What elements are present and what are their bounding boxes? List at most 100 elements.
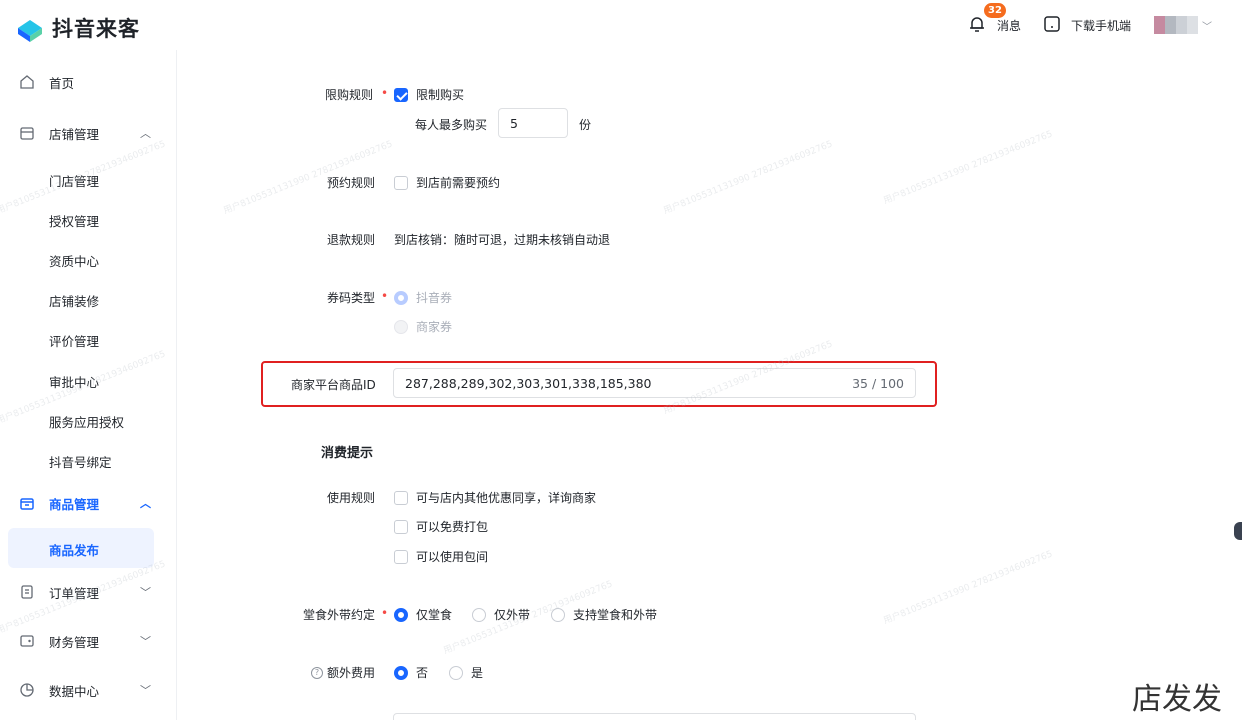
purchase-limit-option: 限制购买 xyxy=(416,88,465,102)
usage-label: 使用规则 xyxy=(327,491,376,505)
sidebar-item-qualification[interactable]: 资质中心 xyxy=(49,251,99,270)
nav-order-management[interactable]: 订单管理 ﹀ xyxy=(0,572,176,612)
nav-product-label: 商品管理 xyxy=(49,496,100,512)
usage-share-label: 可与店内其他优惠同享，详询商家 xyxy=(416,491,597,505)
pie-chart-icon xyxy=(18,681,36,699)
nav-order-label: 订单管理 xyxy=(49,585,100,601)
usage-option-private-room[interactable]: 可以使用包间 xyxy=(394,548,488,565)
nav-store-label: 店铺管理 xyxy=(49,126,100,142)
nav-finance-label: 财务管理 xyxy=(49,634,100,650)
main-content: 限购规则 • 限制购买 每人最多购买 5 份 预约规则 到店前需要预约 退款规则… xyxy=(176,50,1242,720)
refund-label: 退款规则 xyxy=(327,233,376,247)
code-type-merchant-label: 商家券 xyxy=(416,320,453,334)
purchase-limit-label: 限购规则 xyxy=(325,88,374,102)
both-label: 支持堂食和外带 xyxy=(573,608,658,622)
home-icon xyxy=(18,73,36,91)
logo-icon xyxy=(14,12,46,44)
chevron-up-icon: ︿ xyxy=(140,127,151,140)
char-counter: 35 / 100 xyxy=(852,375,904,391)
per-person-quantity-input[interactable]: 5 xyxy=(498,108,568,138)
extra-fee-input[interactable] xyxy=(393,713,916,720)
nav-data-label: 数据中心 xyxy=(49,683,100,699)
usage-option-share[interactable]: 可与店内其他优惠同享，详询商家 xyxy=(394,489,596,506)
sidebar-item-reviews[interactable]: 评价管理 xyxy=(49,331,99,350)
checkbox-unchecked[interactable] xyxy=(394,549,408,564)
sidebar-item-app-auth[interactable]: 服务应用授权 xyxy=(49,412,124,431)
code-type-option-merchant[interactable]: 商家券 xyxy=(394,318,452,335)
download-app-button[interactable]: 下载手机端 xyxy=(1043,0,1131,50)
platform-id-value: 287,288,289,302,303,301,338,185,380 xyxy=(405,375,652,391)
dine-option-takeaway[interactable]: 仅外带 xyxy=(472,606,530,623)
nav-data-center[interactable]: 数据中心 ﹀ xyxy=(0,670,176,710)
checkbox-unchecked[interactable] xyxy=(394,519,408,534)
dine-option-dine-in[interactable]: 仅堂食 xyxy=(394,606,452,623)
refund-value: 到店核销：随时可退，过期未核销自动退 xyxy=(394,233,611,247)
app-name: 抖音来客 xyxy=(52,17,140,41)
code-type-label: 券码类型 xyxy=(327,291,376,305)
bell-icon xyxy=(967,14,987,37)
radio-disabled-checked xyxy=(394,290,408,305)
required-mark: • xyxy=(381,289,389,303)
extra-fee-option-yes[interactable]: 是 xyxy=(449,664,483,681)
dine-option-both[interactable]: 支持堂食和外带 xyxy=(551,606,657,623)
watermark: 用户8105531131990 278219346092765 xyxy=(882,129,1055,207)
sidebar-item-approval[interactable]: 审批中心 xyxy=(49,372,99,391)
nav-store-management[interactable]: 店铺管理 ︿ xyxy=(0,113,176,153)
sidebar-item-douyin-bind[interactable]: 抖音号绑定 xyxy=(49,452,112,471)
purchase-limit-checkbox[interactable]: 限制购买 xyxy=(394,86,464,103)
dine-in-label: 仅堂食 xyxy=(416,608,453,622)
nav-home-label: 首页 xyxy=(49,75,75,91)
unit-label: 份 xyxy=(579,118,592,132)
radio-checked[interactable] xyxy=(394,607,408,622)
chevron-down-icon: ﹀ xyxy=(140,684,151,697)
usage-option-takeaway-pack[interactable]: 可以免费打包 xyxy=(394,518,488,535)
app-logo[interactable]: 抖音来客 xyxy=(14,12,140,44)
platform-id-input[interactable]: 287,288,289,302,303,301,338,185,380 35 /… xyxy=(393,368,916,398)
nav-home[interactable]: 首页 xyxy=(0,62,176,102)
clipboard-icon xyxy=(18,583,36,601)
download-label: 下载手机端 xyxy=(1071,18,1132,33)
watermark: 用户8105531131990 278219346092765 xyxy=(662,139,835,217)
reservation-label: 预约规则 xyxy=(327,176,376,190)
code-type-douyin-label: 抖音券 xyxy=(416,291,453,305)
radio-unchecked[interactable] xyxy=(551,607,565,622)
store-icon xyxy=(18,124,36,142)
messages-label: 消息 xyxy=(997,18,1022,33)
checkbox-unchecked[interactable] xyxy=(394,490,408,505)
sidebar-item-decoration[interactable]: 店铺装修 xyxy=(49,291,99,310)
checkbox-unchecked[interactable] xyxy=(394,175,408,190)
help-icon[interactable]: ? xyxy=(311,666,323,679)
sidebar-item-stores[interactable]: 门店管理 xyxy=(49,171,99,190)
chevron-down-icon: ﹀ xyxy=(140,586,151,599)
takeaway-label: 仅外带 xyxy=(494,608,531,622)
extra-fee-option-no[interactable]: 否 xyxy=(394,664,428,681)
radio-unchecked[interactable] xyxy=(449,665,463,680)
chevron-down-icon: ﹀ xyxy=(140,635,151,648)
sidebar-item-authorization[interactable]: 授权管理 xyxy=(49,211,99,230)
extra-fee-yes-label: 是 xyxy=(471,666,484,680)
chevron-down-icon[interactable]: ﹀ xyxy=(1202,0,1212,50)
radio-unchecked[interactable] xyxy=(472,607,486,622)
reservation-option: 到店前需要预约 xyxy=(416,176,501,190)
user-avatar[interactable] xyxy=(1154,16,1198,34)
nav-finance-management[interactable]: 财务管理 ﹀ xyxy=(0,621,176,661)
wallet-icon xyxy=(18,632,36,650)
usage-pack-label: 可以免费打包 xyxy=(416,520,489,534)
sidebar-item-product-publish[interactable]: 商品发布 xyxy=(8,528,154,568)
corner-logo-text: 店发发 xyxy=(1132,682,1222,717)
reservation-checkbox[interactable]: 到店前需要预约 xyxy=(394,174,500,191)
code-type-option-douyin[interactable]: 抖音券 xyxy=(394,289,452,306)
required-mark: • xyxy=(381,86,389,100)
extra-fee-label: 额外费用 xyxy=(327,666,376,680)
phone-icon xyxy=(1043,15,1061,36)
floating-assistant-handle[interactable] xyxy=(1234,522,1242,540)
radio-checked[interactable] xyxy=(394,665,408,680)
required-mark: • xyxy=(381,606,389,620)
checkbox-checked[interactable] xyxy=(394,87,408,102)
watermark: 用户8105531131990 278219346092765 xyxy=(882,549,1055,627)
shop-bag-icon xyxy=(18,494,36,512)
chevron-up-icon: ︿ xyxy=(140,497,151,510)
per-person-label: 每人最多购买 xyxy=(415,118,488,132)
sidebar: 抖音来客 首页 店铺管理 ︿ 门店管理 授权管理 资质中心 店铺装修 评价管理 … xyxy=(0,0,176,720)
nav-product-management[interactable]: 商品管理 ︿ xyxy=(0,483,176,523)
